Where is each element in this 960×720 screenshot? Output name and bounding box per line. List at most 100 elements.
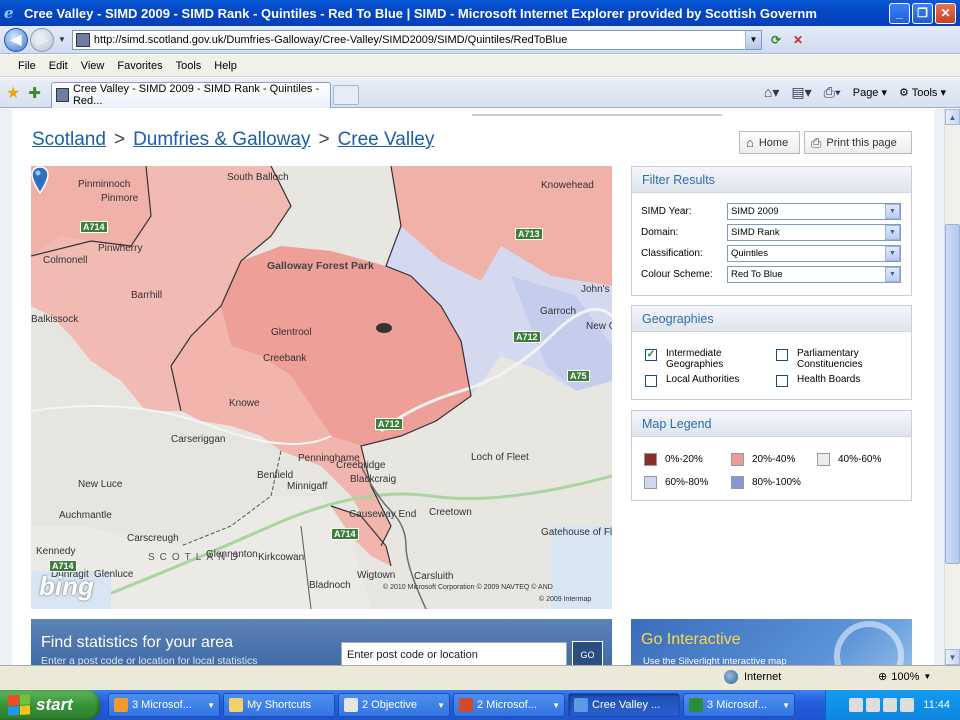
close-button[interactable]: ✕	[935, 2, 956, 24]
taskbar-button-active[interactable]: Cree Valley ...	[568, 693, 680, 717]
start-button[interactable]: start	[0, 690, 100, 720]
map-label: Pinminnoch	[78, 179, 131, 190]
taskbar-button[interactable]: 3 Microsof... ▼	[683, 693, 795, 717]
colour-scheme-select[interactable]: Red To Blue ▼	[727, 266, 901, 283]
tray-icon[interactable]	[849, 698, 864, 712]
vertical-scrollbar[interactable]: ▲ ▼	[944, 109, 960, 665]
domain-select[interactable]: SIMD Rank ▼	[727, 224, 901, 241]
scroll-down-icon[interactable]: ▼	[945, 649, 960, 665]
geo-option-label: Intermediate Geographies	[666, 348, 724, 370]
print-button[interactable]: ⎙ Print this page	[804, 131, 912, 154]
classification-select[interactable]: Quintiles ▼	[727, 245, 901, 262]
legend-label: 60%-80%	[665, 477, 709, 488]
refresh-icon[interactable]: ⟳	[766, 30, 786, 50]
chevron-down-icon[interactable]: ▼	[885, 246, 900, 261]
menu-view[interactable]: View	[81, 60, 105, 72]
url-dropdown-icon[interactable]: ▼	[745, 30, 761, 49]
tray-icon[interactable]	[866, 698, 881, 712]
map-view[interactable]: Pinminnoch Pinmore South Balloch Knowehe…	[31, 166, 612, 609]
address-bar: ◀ ▶ ▼ http://simd.scotland.gov.uk/Dumfri…	[0, 26, 960, 54]
scroll-up-icon[interactable]: ▲	[945, 109, 960, 125]
select-value: Red To Blue	[731, 269, 783, 280]
feeds-icon[interactable]: ▤▾	[791, 84, 811, 101]
breadcrumb-scotland[interactable]: Scotland	[32, 129, 106, 150]
favorites-star-icon[interactable]: ★	[6, 83, 20, 103]
geo-option-parliamentary[interactable]: Parliamentary Constituencies	[776, 348, 906, 370]
ie-icon	[574, 698, 588, 712]
road-marker: A712	[513, 331, 541, 343]
map-label: Loch of Fleet	[471, 452, 529, 463]
scroll-thumb[interactable]	[945, 224, 960, 564]
chevron-down-icon[interactable]: ▼	[885, 225, 900, 240]
forward-button[interactable]: ▶	[30, 27, 54, 52]
menu-edit[interactable]: Edit	[49, 60, 68, 72]
new-tab-button[interactable]	[332, 84, 359, 105]
taskbar-label: 3 Microsof...	[132, 699, 192, 711]
stop-icon[interactable]: ✕	[788, 30, 808, 50]
checkbox-checked[interactable]: ✓	[645, 349, 657, 361]
map-label: South Balloch	[227, 172, 289, 183]
url-field[interactable]: http://simd.scotland.gov.uk/Dumfries-Gal…	[71, 29, 762, 50]
legend-swatch	[731, 476, 744, 489]
map-label: Balkissock	[31, 314, 79, 325]
chevron-down-icon[interactable]: ▼	[885, 204, 900, 219]
home-icon[interactable]: ⌂▾	[764, 84, 779, 101]
tab-label: Cree Valley - SIMD 2009 - SIMD Rank - Qu…	[72, 83, 320, 107]
map-label: Pinwherry	[98, 243, 143, 254]
history-dropdown-icon[interactable]: ▼	[58, 35, 66, 44]
legend-item: 80%-100%	[731, 476, 801, 489]
find-subtitle: Enter a post code or location for local …	[41, 655, 258, 665]
legend-swatch	[731, 453, 744, 466]
taskbar-button[interactable]: 2 Microsof... ▼	[453, 693, 565, 717]
zone-label: Internet	[744, 671, 782, 683]
go-interactive-banner[interactable]: Go Interactive Use the Silverlight inter…	[631, 619, 912, 665]
menu-file[interactable]: File	[18, 60, 36, 72]
minimize-button[interactable]: _	[889, 2, 910, 24]
simd-year-select[interactable]: SIMD 2009 ▼	[727, 203, 901, 220]
checkbox[interactable]	[645, 375, 657, 387]
taskbar-button[interactable]: 2 Objective ▼	[338, 693, 450, 717]
go-button[interactable]: GO	[572, 641, 603, 665]
tray-icon[interactable]	[900, 698, 915, 712]
geo-option-intermediate[interactable]: ✓ Intermediate Geographies	[645, 348, 765, 370]
add-favorite-icon[interactable]: ✚	[28, 84, 41, 102]
breadcrumb-dumfries-galloway[interactable]: Dumfries & Galloway	[133, 129, 310, 150]
menu-favorites[interactable]: Favorites	[117, 60, 162, 72]
map-label: Creetown	[429, 507, 472, 518]
chevron-down-icon: ▼	[552, 700, 560, 710]
print-icon[interactable]: ⎙▾	[824, 84, 841, 101]
tab-cree-valley[interactable]: Cree Valley - SIMD 2009 - SIMD Rank - Qu…	[50, 81, 331, 108]
map-label: Carsluith	[414, 571, 454, 582]
breadcrumb-cree-valley[interactable]: Cree Valley	[338, 129, 435, 150]
checkbox[interactable]	[776, 375, 788, 387]
taskbar-button[interactable]: My Shortcuts	[223, 693, 335, 717]
back-button[interactable]: ◀	[4, 27, 28, 52]
road-marker: A712	[375, 418, 403, 430]
menu-tools[interactable]: Tools	[176, 60, 202, 72]
tools-menu[interactable]: ⚙ Tools ▾	[899, 86, 946, 99]
home-button[interactable]: ⌂ Home	[739, 131, 800, 154]
filter-row-domain: Domain: SIMD Rank ▼	[632, 222, 911, 243]
taskbar-label: Cree Valley ...	[592, 699, 661, 711]
zoom-dropdown-icon[interactable]: ▼	[923, 672, 931, 681]
geographies-panel: Geographies ✓ Intermediate Geographies P…	[631, 305, 912, 400]
postcode-input[interactable]: Enter post code or location	[341, 642, 567, 665]
taskbar-button[interactable]: 3 Microsof... ▼	[108, 693, 220, 717]
chevron-down-icon[interactable]: ▼	[885, 267, 900, 282]
location-pin-icon[interactable]	[31, 166, 49, 194]
geo-option-local-authorities[interactable]: Local Authorities	[645, 374, 765, 387]
checkbox[interactable]	[776, 349, 788, 361]
maximize-button[interactable]: ❐	[912, 2, 933, 24]
tab-favicon-icon	[55, 88, 69, 102]
breadcrumb-separator: >	[113, 129, 126, 150]
geo-option-health-boards[interactable]: Health Boards	[776, 374, 906, 387]
excel-icon	[689, 698, 703, 712]
page-menu[interactable]: Page ▾	[853, 86, 887, 99]
url-text[interactable]: http://simd.scotland.gov.uk/Dumfries-Gal…	[94, 34, 745, 46]
legend-label: 80%-100%	[752, 477, 801, 488]
zoom-control[interactable]: ⊕ 100% ▼	[878, 670, 931, 684]
tray-icon[interactable]	[883, 698, 898, 712]
map-label: Barrhill	[131, 290, 163, 301]
menu-help[interactable]: Help	[214, 60, 237, 72]
chevron-down-icon: ▼	[437, 700, 445, 710]
